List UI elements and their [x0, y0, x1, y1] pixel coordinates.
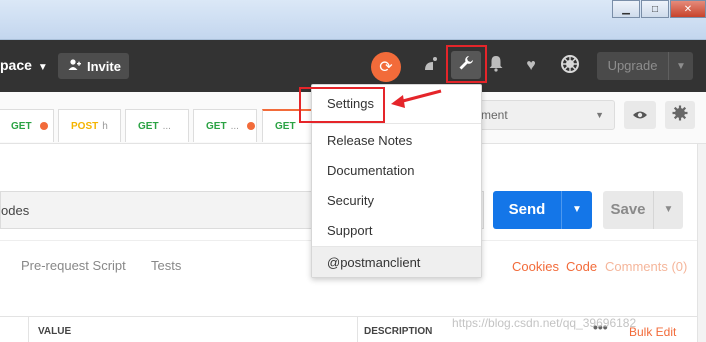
menu-item-release-notes[interactable]: Release Notes [312, 125, 481, 155]
menu-item-label: Support [327, 222, 373, 238]
tab-tests[interactable]: Tests [151, 258, 181, 273]
menu-item-label: @postmanclient [327, 254, 421, 270]
heart-icon: ♥ [526, 57, 536, 74]
comments-link[interactable]: Comments (0) [605, 259, 687, 274]
eye-icon [632, 107, 648, 123]
gear-icon [672, 105, 688, 126]
close-window-button[interactable]: ✕ [670, 0, 706, 18]
send-label: Send [493, 191, 562, 229]
tab-method: GET [275, 121, 296, 132]
vertical-scrollbar[interactable] [697, 144, 706, 342]
menu-item-support[interactable]: Support [312, 215, 481, 245]
interceptor-button[interactable] [418, 53, 444, 79]
maximize-button[interactable]: □ [641, 0, 669, 18]
column-divider [357, 317, 358, 342]
menu-item-label: Security [327, 192, 374, 208]
unsaved-dot [246, 122, 255, 130]
settings-wrench-button[interactable] [451, 51, 481, 79]
menu-item-postmanclient[interactable]: @postmanclient [312, 247, 481, 277]
tab-pre-request-script[interactable]: Pre-request Script [21, 258, 126, 273]
close-icon: ✕ [683, 3, 693, 15]
environment-select[interactable]: ment ▼ [470, 100, 615, 130]
chevron-down-icon: ▼ [595, 110, 604, 120]
code-link[interactable]: Code [566, 259, 597, 274]
url-value: odes [1, 202, 30, 218]
request-tab[interactable]: GET ... [125, 109, 189, 142]
menu-item-label: Documentation [327, 162, 415, 178]
menu-item-documentation[interactable]: Documentation [312, 155, 481, 185]
maximize-icon: □ [651, 3, 659, 15]
send-button[interactable]: Send ▼ [493, 191, 592, 229]
request-tab[interactable]: GET [0, 109, 54, 142]
invite-button[interactable]: Invite [58, 53, 129, 79]
manage-environments-button[interactable] [665, 101, 695, 129]
chevron-down-icon[interactable]: ▼ [669, 61, 693, 72]
column-header-value: VALUE [38, 326, 72, 337]
preferences-button[interactable] [557, 53, 583, 79]
wrench-icon [458, 55, 474, 75]
menu-item-label: Release Notes [327, 132, 413, 148]
tab-method: GET [11, 120, 32, 132]
upgrade-label: Upgrade [597, 52, 669, 80]
menu-divider [312, 123, 481, 124]
request-tab[interactable]: POST h [58, 109, 121, 142]
chevron-down-icon[interactable]: ▼ [562, 191, 592, 229]
gear-icon [560, 54, 580, 79]
settings-highlight-box [299, 87, 385, 123]
sync-button[interactable]: ⟳ [371, 52, 401, 82]
tab-name: h [102, 120, 108, 132]
bell-icon [488, 55, 504, 77]
request-tab[interactable]: GET ... [193, 109, 257, 142]
unsaved-dot [39, 122, 48, 130]
satellite-icon [422, 55, 440, 78]
column-divider [28, 317, 29, 342]
environment-label: ment [481, 108, 508, 122]
cookies-link[interactable]: Cookies [512, 259, 559, 274]
add-user-icon [68, 58, 81, 74]
tab-method: GET [138, 120, 159, 132]
window-title-bar: ▁ □ ✕ [0, 0, 706, 40]
notifications-button[interactable] [483, 53, 509, 79]
minimize-button[interactable]: ▁ [612, 0, 640, 18]
tab-name: ... [162, 120, 171, 132]
annotation-arrow-icon [391, 89, 442, 108]
caret-down-icon: ▼ [37, 62, 48, 73]
column-header-description: DESCRIPTION [364, 326, 433, 337]
save-button[interactable]: Save ▼ [603, 191, 683, 229]
menu-item-security[interactable]: Security [312, 185, 481, 215]
save-label: Save [603, 191, 654, 229]
tab-method: GET [206, 120, 227, 132]
chevron-down-icon[interactable]: ▼ [654, 191, 683, 229]
watermark-text: https://blog.csdn.net/qq_39696182 [452, 316, 637, 330]
environment-quick-look-button[interactable] [624, 101, 656, 129]
tab-name: ... [230, 120, 239, 132]
sync-icon: ⟳ [379, 59, 393, 76]
favorites-button[interactable]: ♥ [518, 53, 544, 79]
minimize-icon: ▁ [622, 3, 630, 15]
invite-label: Invite [87, 58, 121, 74]
upgrade-button[interactable]: Upgrade ▼ [597, 52, 693, 80]
tab-method: POST [71, 120, 99, 132]
workspace-selector[interactable]: pace ▼ [0, 57, 48, 73]
workspace-label: pace [0, 57, 32, 73]
